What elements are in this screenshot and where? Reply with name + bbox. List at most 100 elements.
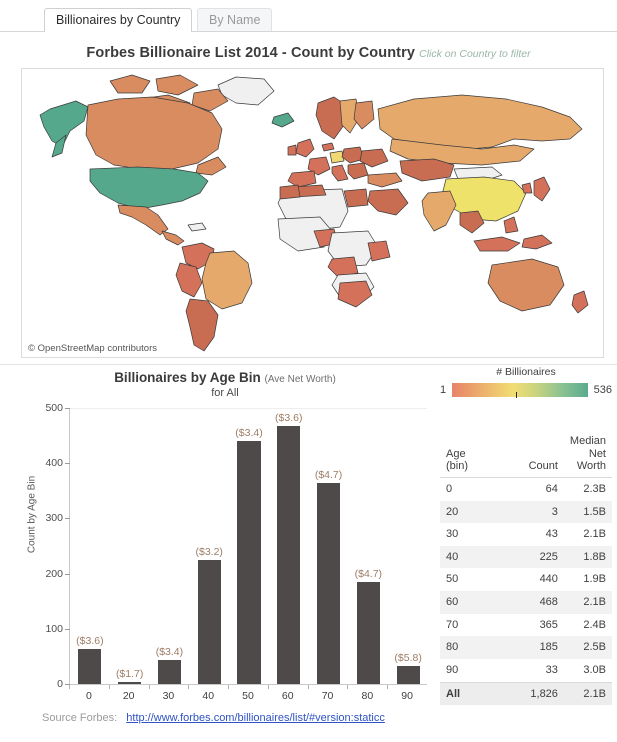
bar-value-label-50: ($3.4) bbox=[235, 427, 263, 440]
section-divider bbox=[0, 364, 617, 365]
bar-30[interactable] bbox=[157, 660, 181, 684]
cell-median-net-worth: 1.8B bbox=[563, 545, 612, 569]
bar-value-label-90: ($5.8) bbox=[394, 651, 422, 664]
bar-70[interactable] bbox=[317, 482, 341, 684]
tab-billionaires-by-country[interactable]: Billionaires by Country bbox=[44, 8, 193, 32]
legend-scale: 1 536 bbox=[440, 382, 612, 398]
y-tick-200: 200 bbox=[45, 567, 63, 580]
x-tick-80: 80 bbox=[361, 690, 374, 702]
cell-median-net-worth: 2.4B bbox=[583, 618, 606, 631]
bar-chart-title: Billionaires by Age Bin (Ave Net Worth) bbox=[20, 370, 430, 385]
map-filter-hint: Click on Country to filter bbox=[419, 48, 531, 60]
bar-chart-title-suffix: (Ave Net Worth) bbox=[264, 374, 336, 385]
table-header: Age (bin) Count Median Net Worth bbox=[440, 434, 612, 478]
plot-area: ($3.6) ($1.7) ($3.4) ($3.2) ($3.4) ($3.6) ($4.… bbox=[69, 408, 427, 684]
cell-age: 60 bbox=[440, 591, 498, 614]
bar-value-label-40: ($3.2) bbox=[195, 545, 223, 558]
bar-40[interactable] bbox=[197, 559, 221, 684]
column-header-count: Count bbox=[497, 434, 564, 478]
source-link[interactable]: http://www.forbes.com/billionaires/list/… bbox=[126, 712, 385, 724]
tab-label: By Name bbox=[209, 13, 261, 27]
cell-age: 20 bbox=[440, 500, 498, 524]
col-median-line2: Net Worth bbox=[576, 447, 606, 473]
map-title: Forbes Billionaire List 2014 - Count by … bbox=[0, 45, 617, 61]
source-label: Source Forbes: bbox=[42, 712, 118, 724]
cell-count: 3 bbox=[497, 500, 564, 524]
choropleth-map[interactable]: © OpenStreetMap contributors bbox=[21, 68, 604, 358]
cell-total-median-net-worth: 2.1B bbox=[563, 681, 612, 706]
col-count-label: Count bbox=[528, 460, 558, 473]
x-tick-mark-80 bbox=[347, 685, 349, 689]
y-tick-mark-300 bbox=[65, 518, 70, 520]
table-row[interactable]: 40 225 1.8B bbox=[440, 545, 612, 569]
cell-total-label: All bbox=[440, 681, 498, 706]
source-line: Source Forbes: http://www.forbes.com/bil… bbox=[42, 712, 385, 724]
cell-median-net-worth: 2.3B bbox=[583, 482, 606, 495]
x-tick-90: 90 bbox=[401, 690, 413, 702]
map-title-text: Forbes Billionaire List 2014 - Count by … bbox=[86, 45, 415, 61]
bar-value-label-70: ($4.7) bbox=[314, 468, 343, 481]
column-header-age: Age (bin) bbox=[440, 434, 498, 478]
bar-0[interactable] bbox=[78, 648, 102, 684]
table-row[interactable]: 0 64 2.3B bbox=[440, 477, 612, 500]
bar-chart: Count by Age Bin ($3.6) ($1.7) ($3.4) ($3.2… bbox=[20, 402, 435, 704]
x-tick-mark-20 bbox=[108, 685, 110, 689]
y-tick-mark-400 bbox=[65, 463, 70, 465]
legend-gradient-bar[interactable] bbox=[451, 382, 589, 398]
table-row[interactable]: 30 43 2.1B bbox=[440, 523, 612, 546]
legend-tick-marker bbox=[515, 392, 517, 398]
cell-age: 80 bbox=[440, 636, 498, 660]
tab-label: Billionaires by Country bbox=[56, 13, 181, 27]
x-tick-50: 50 bbox=[242, 690, 254, 702]
col-median-line1: Median bbox=[569, 435, 606, 447]
x-tick-0: 0 bbox=[85, 690, 92, 702]
x-tick-30: 30 bbox=[162, 690, 175, 702]
age-bin-table: Age (bin) Count Median Net Worth 0 64 2.3B… bbox=[440, 434, 612, 706]
cell-count: 468 bbox=[497, 591, 564, 614]
table-row[interactable]: 60 468 2.1B bbox=[440, 591, 612, 614]
cell-count: 64 bbox=[545, 482, 558, 495]
cell-median-net-worth: 1.9B bbox=[583, 573, 606, 586]
legend-min-value: 1 bbox=[440, 384, 447, 396]
bar-90[interactable] bbox=[396, 665, 420, 684]
table-row[interactable]: 70 365 2.4B bbox=[440, 614, 612, 637]
cell-age: 90 bbox=[446, 664, 459, 677]
cell-count: 365 bbox=[539, 618, 558, 631]
table-header-row: Age (bin) Count Median Net Worth bbox=[440, 434, 612, 478]
x-tick-mark-70 bbox=[307, 685, 309, 689]
col-age-line2: (bin) bbox=[446, 460, 469, 473]
x-tick-40: 40 bbox=[202, 690, 215, 702]
x-tick-mark-90 bbox=[387, 685, 389, 689]
table-row[interactable]: 80 185 2.5B bbox=[440, 636, 612, 660]
table-body: 0 64 2.3B 20 3 1.5B 30 43 2.1B 40 225 1.8B 50 440 1.9B… bbox=[440, 477, 612, 706]
y-tick-mark-500 bbox=[65, 408, 70, 409]
bar-chart-subtitle: for All bbox=[211, 387, 239, 399]
bar-value-label-0: ($3.6) bbox=[76, 634, 104, 647]
table-row[interactable]: 20 3 1.5B bbox=[440, 500, 612, 524]
cell-age: 70 bbox=[446, 618, 459, 631]
cell-count: 33 bbox=[545, 664, 558, 677]
cell-age: 0 bbox=[446, 482, 453, 495]
bar-value-label-20: ($1.7) bbox=[115, 668, 144, 681]
table-row[interactable]: 50 440 1.9B bbox=[440, 568, 612, 591]
cell-count: 185 bbox=[497, 636, 564, 660]
color-legend: # Billionaires 1 536 bbox=[440, 366, 612, 398]
y-tick-400: 400 bbox=[45, 457, 63, 470]
x-tick-mark-0 bbox=[69, 685, 70, 689]
y-tick-300: 300 bbox=[45, 512, 63, 525]
bar-80[interactable] bbox=[356, 581, 380, 684]
tab-by-name[interactable]: By Name bbox=[197, 8, 273, 31]
tab-bar: Billionaires by Country By Name bbox=[0, 8, 617, 32]
bar-value-label-30: ($3.4) bbox=[155, 646, 184, 659]
x-tick-mark-60 bbox=[267, 685, 269, 689]
dashboard-root: Billionaires by Country By Name Forbes B… bbox=[0, 0, 617, 742]
y-tick-100: 100 bbox=[45, 622, 63, 635]
bar-50[interactable] bbox=[237, 441, 261, 684]
world-map-svg[interactable] bbox=[22, 69, 603, 357]
table-row[interactable]: 90 33 3.0B bbox=[440, 659, 612, 682]
cell-median-net-worth: 2.1B bbox=[583, 528, 606, 541]
bar-60[interactable] bbox=[277, 425, 301, 684]
map-attribution: © OpenStreetMap contributors bbox=[26, 343, 159, 354]
x-tick-20: 20 bbox=[122, 690, 135, 702]
x-axis-line bbox=[69, 684, 427, 685]
